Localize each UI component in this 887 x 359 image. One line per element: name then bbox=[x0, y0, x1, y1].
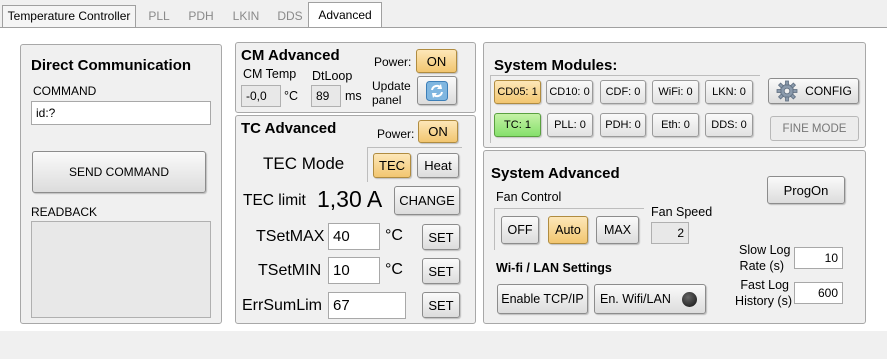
errsumlim-label: ErrSumLim bbox=[242, 297, 323, 314]
module-dds: DDS: 0 bbox=[705, 113, 753, 137]
update-panel-button[interactable] bbox=[417, 76, 457, 105]
enable-wifi-lan-label: En. Wifi/LAN bbox=[600, 292, 671, 306]
tab-advanced[interactable]: Advanced bbox=[308, 2, 382, 28]
tsetmax-unit: °C bbox=[385, 227, 403, 244]
tsetmin-unit: °C bbox=[385, 261, 403, 278]
tab-dds[interactable]: DDS bbox=[271, 5, 309, 27]
tec-mode-heat-button[interactable]: Heat bbox=[417, 153, 459, 178]
fast-log-history-input[interactable]: 600 bbox=[794, 282, 843, 304]
config-button[interactable]: CONFIG bbox=[768, 78, 859, 104]
errsumlim-input[interactable]: 67 bbox=[328, 292, 406, 319]
tec-mode-label: TEC Mode bbox=[263, 154, 345, 173]
module-lkn: LKN: 0 bbox=[705, 80, 753, 104]
tec-limit-change-button[interactable]: CHANGE bbox=[394, 186, 460, 215]
cm-temp-unit: °C bbox=[284, 89, 299, 103]
tab-pdh[interactable]: PDH bbox=[181, 5, 221, 27]
update-panel-label-1: Update bbox=[372, 79, 411, 93]
slow-log-label-1: Slow Log bbox=[739, 243, 791, 257]
enable-wifi-lan-button[interactable]: En. Wifi/LAN bbox=[594, 284, 706, 314]
direct-communication-title: Direct Communication bbox=[31, 57, 192, 74]
fast-log-label-1: Fast Log bbox=[740, 278, 789, 292]
tab-temperature-controller[interactable]: Temperature Controller bbox=[2, 5, 136, 27]
tec-mode-tec-button[interactable]: TEC bbox=[373, 153, 411, 178]
tec-limit-value: 1,30 A bbox=[317, 186, 383, 212]
fan-control-label: Fan Control bbox=[496, 190, 562, 204]
tec-limit-label: TEC limit bbox=[243, 192, 306, 209]
tsetmax-set-button[interactable]: SET bbox=[422, 224, 460, 250]
update-panel-label-2: panel bbox=[372, 93, 402, 107]
progon-button[interactable]: ProgOn bbox=[767, 176, 845, 204]
tc-power-label: Power: bbox=[377, 127, 415, 141]
module-eth: Eth: 0 bbox=[652, 113, 699, 137]
cm-advanced-title: CM Advanced bbox=[241, 47, 340, 64]
module-cd10: CD10: 0 bbox=[546, 80, 593, 104]
direct-communication-panel: Direct Communication COMMAND SEND COMMAN… bbox=[20, 44, 222, 324]
dtloop-unit: ms bbox=[345, 89, 362, 103]
fan-off-button[interactable]: OFF bbox=[501, 216, 539, 244]
module-pdh: PDH: 0 bbox=[600, 113, 646, 137]
tab-pll[interactable]: PLL bbox=[139, 5, 179, 27]
module-pll: PLL: 0 bbox=[547, 113, 593, 137]
tsetmax-label: TSetMAX bbox=[256, 228, 325, 245]
tsetmin-set-button[interactable]: SET bbox=[422, 258, 460, 284]
cm-temp-label: CM Temp bbox=[243, 67, 297, 81]
module-cdf: CDF: 0 bbox=[600, 80, 646, 104]
tsetmax-input[interactable]: 40 bbox=[328, 223, 380, 250]
fast-log-label-2: History (s) bbox=[735, 294, 792, 308]
tab-lkin[interactable]: LKIN bbox=[223, 5, 269, 27]
command-label: COMMAND bbox=[33, 84, 97, 98]
system-modules-panel: System Modules: CD05: 1 CD10: 0 CDF: 0 W… bbox=[483, 42, 866, 148]
wifi-status-led-icon bbox=[682, 292, 697, 307]
command-input[interactable] bbox=[31, 101, 211, 125]
dtloop-label: DtLoop bbox=[312, 69, 353, 83]
fan-speed-label: Fan Speed bbox=[651, 205, 713, 219]
cm-advanced-panel: CM Advanced Power: ON CM Temp -0,0 °C Dt… bbox=[235, 42, 476, 113]
fan-speed-value: 2 bbox=[651, 222, 689, 244]
cm-temp-value: -0,0 bbox=[241, 85, 281, 107]
tc-advanced-title: TC Advanced bbox=[241, 120, 337, 137]
slow-log-label-2: Rate (s) bbox=[739, 259, 784, 273]
tab-bar: Temperature Controller PLL PDH LKIN DDS … bbox=[0, 0, 887, 28]
fan-auto-button[interactable]: Auto bbox=[548, 216, 588, 244]
tc-advanced-panel: TC Advanced Power: ON TEC Mode TEC Heat … bbox=[235, 115, 476, 324]
gear-icon bbox=[776, 80, 798, 102]
module-cd05: CD05: 1 bbox=[494, 80, 541, 104]
tc-power-button[interactable]: ON bbox=[418, 120, 458, 143]
readback-area bbox=[31, 221, 211, 318]
enable-tcp-ip-button[interactable]: Enable TCP/IP bbox=[497, 284, 588, 314]
fan-max-button[interactable]: MAX bbox=[596, 216, 639, 244]
fine-mode-button[interactable]: FINE MODE bbox=[770, 116, 859, 141]
tsetmin-input[interactable]: 10 bbox=[328, 257, 380, 284]
tsetmin-label: TSetMIN bbox=[258, 262, 322, 279]
system-modules-title: System Modules: bbox=[494, 57, 618, 74]
cm-power-button[interactable]: ON bbox=[416, 49, 457, 73]
send-command-button[interactable]: SEND COMMAND bbox=[32, 151, 206, 193]
dtloop-value: 89 bbox=[311, 85, 341, 107]
errsumlim-set-button[interactable]: SET bbox=[422, 292, 460, 318]
wifi-lan-settings-label: Wi-fi / LAN Settings bbox=[496, 261, 612, 275]
refresh-icon bbox=[426, 80, 448, 101]
system-advanced-panel: System Advanced Fan Control OFF Auto MAX… bbox=[483, 150, 866, 324]
cm-power-label: Power: bbox=[374, 55, 412, 69]
config-label: CONFIG bbox=[805, 84, 852, 98]
slow-log-rate-input[interactable]: 10 bbox=[794, 247, 843, 269]
readback-label: READBACK bbox=[31, 205, 98, 219]
system-advanced-title: System Advanced bbox=[491, 165, 620, 182]
module-wifi: WiFi: 0 bbox=[652, 80, 699, 104]
module-tc: TC: 1 bbox=[494, 113, 541, 137]
